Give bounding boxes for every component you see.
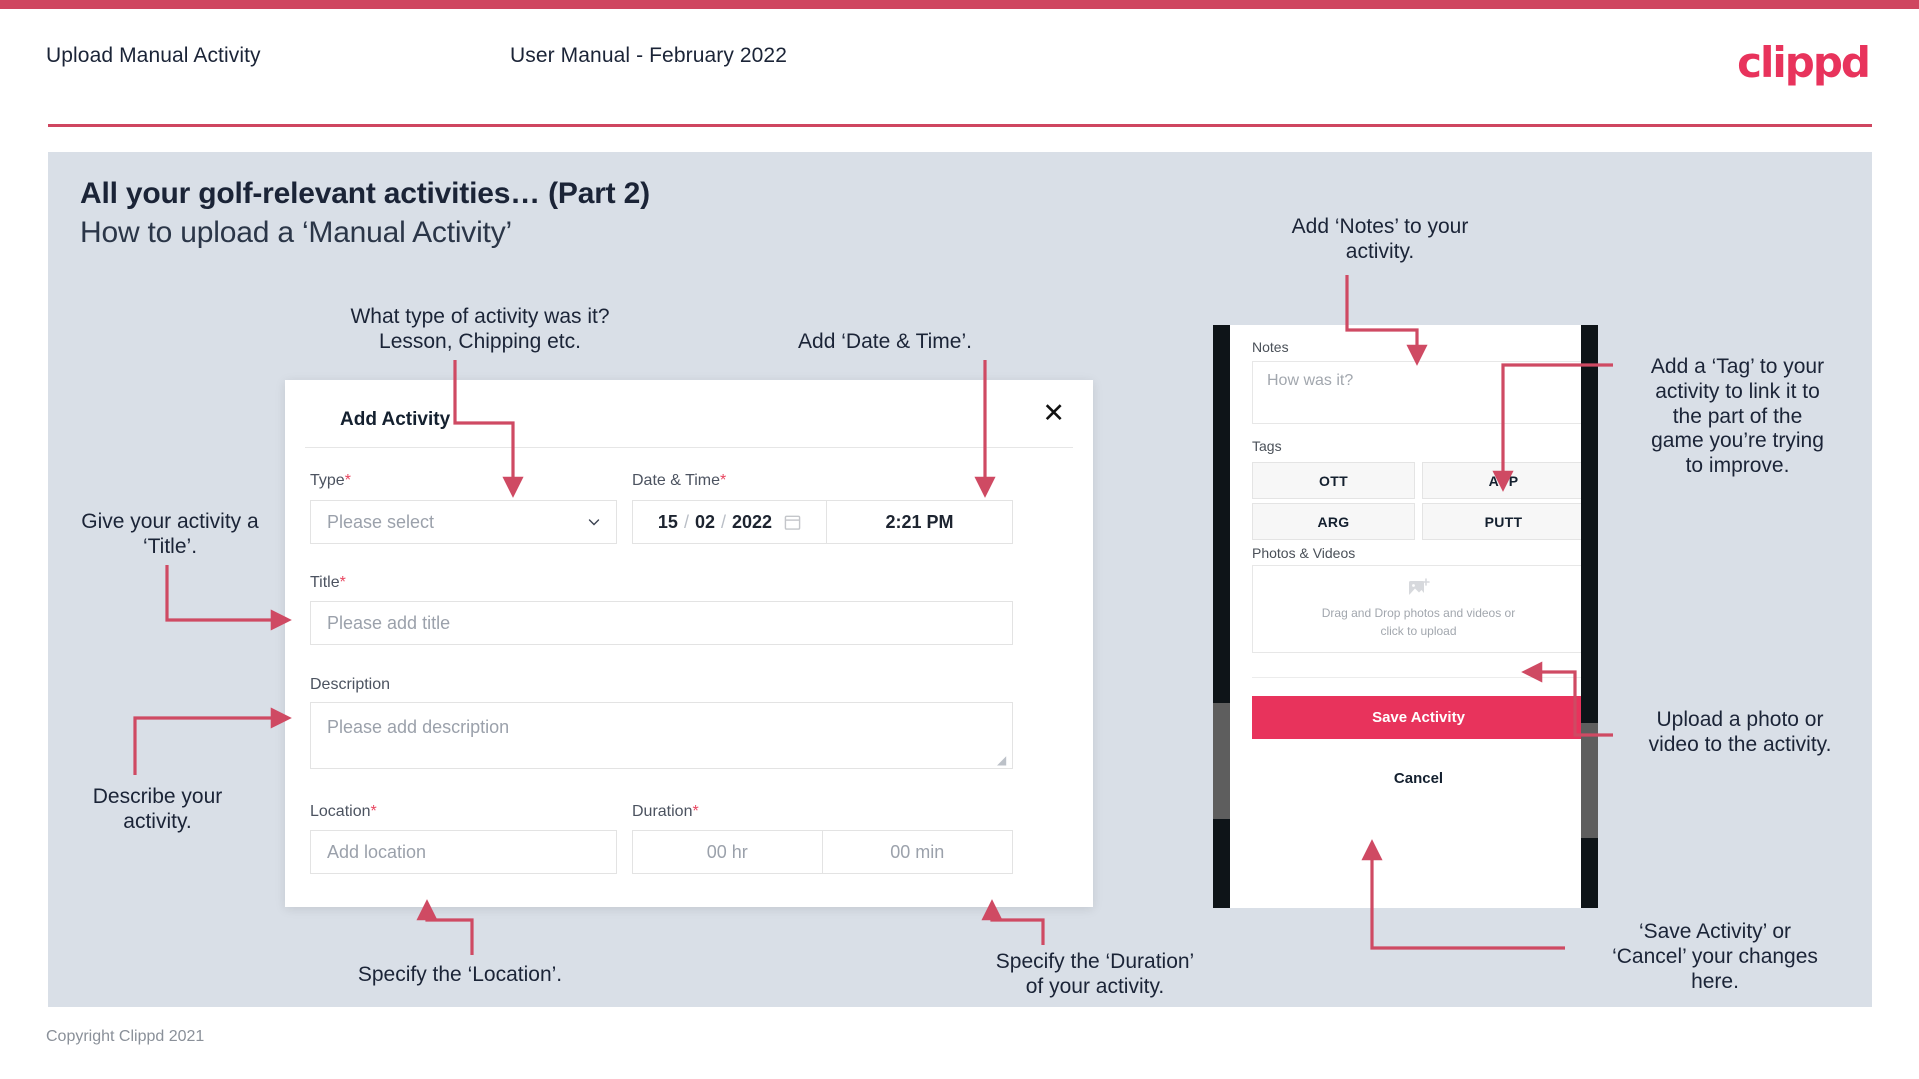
annotation-upload: Upload a photo or video to the activity. [1648, 708, 1832, 756]
add-image-icon [1408, 578, 1430, 596]
save-activity-button[interactable]: Save Activity [1252, 696, 1581, 739]
header-title: Upload Manual Activity [46, 44, 261, 67]
clippd-logo: clippd [1737, 38, 1871, 87]
tags-label: Tags [1252, 438, 1282, 454]
photo-dropzone[interactable]: Drag and Drop photos and videos or click… [1252, 565, 1581, 653]
date-day: 15 [657, 511, 678, 532]
time-input[interactable]: 2:21 PM [827, 501, 1012, 543]
required-asterisk: * [339, 574, 346, 591]
duration-minutes-input[interactable]: 00 min [823, 831, 1013, 873]
description-textarea[interactable]: Please add description ◢ [310, 702, 1013, 769]
phone-right-button [1581, 723, 1598, 838]
title-label-text: Title [310, 574, 340, 591]
type-select[interactable]: Please select [310, 500, 617, 544]
annotation-save: ‘Save Activity’ or ‘Cancel’ your changes h… [1612, 920, 1818, 993]
datetime-label: Date & Time* [632, 472, 726, 490]
header-divider [48, 124, 1872, 127]
calendar-icon[interactable] [784, 513, 801, 531]
title-label: Title* [310, 574, 346, 592]
notes-label: Notes [1252, 339, 1289, 355]
required-asterisk: * [344, 472, 351, 489]
date-sep: / [683, 511, 689, 532]
annotation-notes: Add ‘Notes’ to your activity. [1291, 215, 1469, 263]
slide-page: Upload Manual Activity User Manual - Feb… [0, 0, 1919, 1079]
tag-ott[interactable]: OTT [1252, 462, 1415, 499]
annotation-description: Describe your activity. [92, 785, 223, 833]
dropzone-line1: Drag and Drop photos and videos or [1321, 606, 1516, 621]
phone-left-button [1213, 703, 1230, 819]
title-placeholder: Please add title [327, 612, 451, 633]
annotation-tags: Add a ‘Tag’ to your activity to link it t… [1650, 355, 1825, 478]
dropzone-line2: click to upload [1380, 623, 1457, 638]
footer-copyright: Copyright Clippd 2021 [46, 1028, 205, 1045]
required-asterisk: * [720, 472, 727, 489]
duration-hours-input[interactable]: 00 hr [633, 831, 823, 873]
chevron-down-icon [588, 519, 600, 526]
phone-mockup: Notes How was it? Tags OTT APP ARG PUTT … [1213, 325, 1598, 908]
tag-arg[interactable]: ARG [1252, 503, 1415, 540]
annotation-location: Specify the ‘Location’. [357, 963, 563, 986]
title-input[interactable]: Please add title [310, 601, 1013, 645]
notes-placeholder: How was it? [1267, 372, 1354, 389]
page-title: All your golf-relevant activities… (Part… [80, 177, 650, 210]
dialog-title: Add Activity [340, 409, 451, 430]
phone-screen: Notes How was it? Tags OTT APP ARG PUTT … [1230, 325, 1581, 908]
duration-label-text: Duration [632, 803, 693, 820]
add-activity-dialog: Add Activity ✕ Type* Please select Date … [285, 380, 1093, 907]
annotation-type: What type of activity was it? Lesson, Chi… [350, 305, 610, 353]
description-label: Description [310, 676, 391, 693]
required-asterisk: * [370, 803, 377, 820]
required-asterisk: * [692, 803, 699, 820]
annotation-duration: Specify the ‘Duration’ of your activity. [995, 950, 1195, 998]
location-placeholder: Add location [327, 841, 427, 862]
dropzone-text: Drag and Drop photos and videos or click… [1322, 605, 1515, 640]
date-input[interactable]: 15 / 02 / 2022 [633, 501, 827, 543]
location-input[interactable]: Add location [310, 830, 617, 874]
tag-app[interactable]: APP [1422, 462, 1581, 499]
date-year: 2022 [732, 511, 773, 532]
date-sep: / [721, 511, 727, 532]
close-icon[interactable]: ✕ [1042, 400, 1065, 427]
top-accent-stripe [0, 0, 1919, 9]
dialog-divider [305, 447, 1073, 448]
type-label: Type* [310, 472, 351, 490]
page-subtitle: How to upload a ‘Manual Activity’ [80, 216, 512, 249]
annotation-title: Give your activity a ‘Title’. [81, 510, 259, 558]
datetime-field[interactable]: 15 / 02 / 2022 2:21 PM [632, 500, 1013, 544]
phone-left-bezel [1213, 325, 1230, 908]
description-placeholder: Please add description [327, 717, 510, 737]
notes-textarea[interactable]: How was it? [1252, 361, 1581, 424]
photos-label: Photos & Videos [1252, 545, 1356, 561]
location-label: Location* [310, 803, 377, 821]
date-month: 02 [694, 511, 715, 532]
tag-putt[interactable]: PUTT [1422, 503, 1581, 540]
resize-handle-icon[interactable]: ◢ [997, 754, 1009, 766]
phone-divider [1252, 677, 1581, 678]
duration-field: 00 hr 00 min [632, 830, 1013, 874]
type-label-text: Type [310, 472, 345, 489]
cancel-button[interactable]: Cancel [1252, 760, 1581, 796]
datetime-label-text: Date & Time [632, 472, 721, 489]
type-placeholder: Please select [327, 511, 435, 532]
annotation-datetime: Add ‘Date & Time’. [798, 330, 972, 353]
header-subtitle: User Manual - February 2022 [510, 44, 787, 67]
duration-label: Duration* [632, 803, 699, 821]
location-label-text: Location [310, 803, 371, 820]
